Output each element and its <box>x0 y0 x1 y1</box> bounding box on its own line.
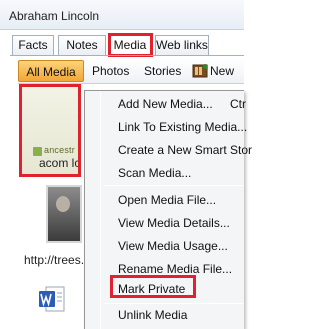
menu-item-add-new-media[interactable]: Add New Media... <box>118 97 213 111</box>
portrait-figure <box>56 196 70 212</box>
menu-separator <box>104 303 244 304</box>
media-tab-highlight-box <box>108 33 153 57</box>
context-menu-gutter <box>100 91 101 329</box>
menu-separator <box>104 185 244 186</box>
filter-photos-button[interactable]: Photos <box>86 60 135 82</box>
menu-item-view-media-details[interactable]: View Media Details... <box>118 216 230 230</box>
mark-private-highlight-box <box>110 275 196 298</box>
menu-item-create-smart-story[interactable]: Create a New Smart Stor <box>118 143 252 157</box>
tab-weblinks[interactable]: Web links <box>155 35 209 55</box>
tab-notes[interactable]: Notes <box>58 35 106 55</box>
new-media-button[interactable]: New <box>188 60 240 82</box>
media-caption-2: http://trees. <box>24 253 85 267</box>
menu-item-rename-media-file[interactable]: Rename Media File... <box>118 262 232 276</box>
menu-item-link-existing-media[interactable]: Link To Existing Media... <box>118 120 247 134</box>
filter-all-media-button[interactable]: All Media <box>18 60 84 82</box>
window-title-bar: Abraham Lincoln <box>0 0 244 30</box>
menu-item-open-media-file[interactable]: Open Media File... <box>118 193 216 207</box>
media-thumbnail-2[interactable] <box>46 185 82 243</box>
tabs-divider <box>10 55 244 56</box>
media-thumbnail-1-highlight-box <box>19 84 81 177</box>
menu-item-unlink-media[interactable]: Unlink Media <box>118 308 187 322</box>
menu-item-view-media-usage[interactable]: View Media Usage... <box>118 239 228 253</box>
menu-shortcut-add-new-media: Ctr <box>230 97 246 111</box>
main-tabs: Facts Notes Media Web links <box>12 33 244 57</box>
word-document-icon[interactable] <box>38 285 68 313</box>
media-toolbar: All Media Photos Stories New <box>18 58 244 84</box>
tab-facts[interactable]: Facts <box>12 35 54 55</box>
window-title: Abraham Lincoln <box>9 9 100 23</box>
filter-stories-button[interactable]: Stories <box>138 60 187 82</box>
menu-item-scan-media[interactable]: Scan Media... <box>118 166 191 180</box>
new-media-icon <box>192 64 208 78</box>
new-media-label: New <box>210 64 235 78</box>
